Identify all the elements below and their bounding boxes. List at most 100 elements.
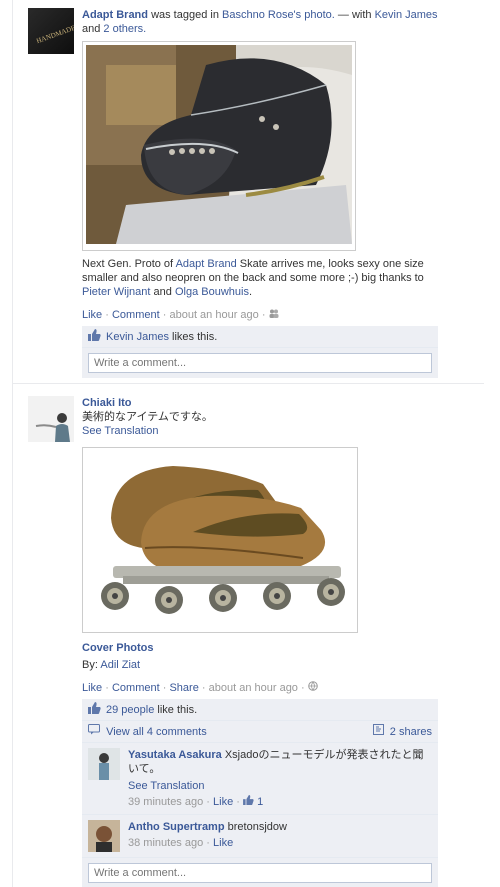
story-2-actions: Like · Comment · Share · about an hour a… bbox=[82, 681, 438, 695]
timestamp[interactable]: about an hour ago bbox=[169, 309, 258, 321]
comment-meta: 39 minutes ago · Like · 1 bbox=[128, 795, 432, 809]
caption-part1: Next Gen. Proto of bbox=[82, 258, 174, 270]
story-2-actor: Chiaki Ito bbox=[82, 396, 438, 410]
likes-this-text: likes this. bbox=[172, 330, 218, 343]
story-1-caption: Next Gen. Proto of Adapt Brand Skate arr… bbox=[82, 257, 438, 299]
comment-input[interactable] bbox=[88, 863, 432, 884]
comment-composer-row bbox=[82, 858, 438, 887]
thumbs-up-icon bbox=[88, 701, 101, 718]
globe-public-icon[interactable] bbox=[307, 681, 318, 695]
shares-link[interactable]: 2 shares bbox=[390, 726, 432, 738]
story-1-feedback: Kevin James likes this. bbox=[82, 326, 438, 379]
see-translation-link[interactable]: See Translation bbox=[128, 780, 204, 792]
thumbs-up-icon[interactable] bbox=[243, 795, 254, 809]
album-title-link[interactable]: Cover Photos bbox=[82, 642, 154, 654]
adapt-brand-logo-image: HANDMADE bbox=[28, 8, 74, 54]
caption-and: and bbox=[153, 286, 172, 298]
separator: · bbox=[261, 309, 266, 321]
tagged-text: was tagged in bbox=[151, 9, 219, 21]
view-comments[interactable]: View all 4 comments bbox=[88, 724, 207, 739]
story-2-content: Chiaki Ito 美術的なアイテムですな。 See Translation bbox=[82, 396, 438, 887]
like-link[interactable]: Like bbox=[82, 682, 102, 694]
comment-time[interactable]: 38 minutes ago bbox=[128, 837, 203, 849]
comment-like-count[interactable]: 1 bbox=[257, 796, 263, 808]
separator: · bbox=[236, 796, 240, 809]
by-name-link[interactable]: Adil Ziat bbox=[100, 659, 140, 671]
yasutaka-profile-image bbox=[88, 748, 120, 781]
likes-suffix: like this. bbox=[157, 703, 198, 716]
with-text: — with bbox=[337, 9, 372, 21]
likes-count-link[interactable]: 29 people bbox=[106, 704, 154, 716]
separator: · bbox=[162, 309, 167, 321]
commenter-avatar[interactable] bbox=[88, 820, 120, 853]
timestamp[interactable]: about an hour ago bbox=[209, 682, 298, 694]
photo-link[interactable]: photo. bbox=[304, 9, 335, 21]
comment-time[interactable]: 39 minutes ago bbox=[128, 796, 203, 808]
comment-link[interactable]: Comment bbox=[112, 309, 160, 321]
others-link[interactable]: 2 others. bbox=[103, 23, 146, 35]
album-title: Cover Photos bbox=[82, 641, 438, 655]
comments-shares-row: View all 4 comments 2 shares bbox=[82, 721, 438, 744]
share-icon bbox=[372, 724, 384, 739]
comment-like-link[interactable]: Like bbox=[213, 796, 233, 808]
story-2-photo[interactable] bbox=[82, 447, 358, 633]
comment-composer-row bbox=[82, 348, 438, 378]
story-1-actions: Like · Comment · about an hour ago · bbox=[82, 308, 438, 322]
thumbs-up-icon bbox=[88, 328, 101, 345]
wooden-clog-skate-photo bbox=[83, 448, 357, 632]
story-1-headline: Adapt Brand was tagged in Baschno Rose's… bbox=[82, 8, 438, 36]
separator: · bbox=[162, 682, 167, 694]
actor-link[interactable]: Chiaki Ito bbox=[82, 397, 132, 409]
photo-owner-link[interactable]: Baschno Rose's bbox=[222, 9, 301, 21]
comment-link[interactable]: Comment bbox=[112, 682, 160, 694]
left-border bbox=[12, 0, 13, 887]
actor-link[interactable]: Adapt Brand bbox=[82, 9, 148, 21]
comment-author-link[interactable]: Antho Supertramp bbox=[128, 821, 225, 833]
see-translation-link[interactable]: See Translation bbox=[82, 425, 158, 437]
likes-row: Kevin James likes this. bbox=[82, 326, 438, 349]
likes-row: 29 people like this. bbox=[82, 699, 438, 722]
caption-name2-link[interactable]: Olga Bouwhuis bbox=[175, 286, 249, 298]
story-2-see-translation: See Translation bbox=[82, 424, 438, 438]
separator: · bbox=[105, 682, 109, 694]
chiaki-ito-avatar[interactable] bbox=[28, 396, 74, 442]
caption-brand-link[interactable]: Adapt Brand bbox=[176, 258, 237, 270]
separator: · bbox=[201, 682, 206, 694]
caption-end: . bbox=[248, 286, 253, 298]
friends-audience-icon[interactable] bbox=[269, 308, 279, 322]
album-by: By: Adil Ziat bbox=[82, 658, 438, 672]
separator: · bbox=[105, 309, 109, 321]
separator: · bbox=[301, 682, 305, 694]
comment-bubble-icon bbox=[88, 724, 100, 739]
comment-item: Antho Supertramp bretonsjdow 38 minutes … bbox=[82, 815, 438, 859]
liker-link[interactable]: Kevin James bbox=[106, 331, 169, 343]
chiaki-ito-profile-image bbox=[28, 396, 74, 442]
comment-input[interactable] bbox=[88, 353, 432, 374]
shares-count[interactable]: 2 shares bbox=[372, 724, 432, 739]
like-link[interactable]: Like bbox=[82, 309, 102, 321]
story-2-feedback: 29 people like this. View all 4 comments… bbox=[82, 699, 438, 887]
separator: · bbox=[206, 837, 210, 850]
antho-profile-image bbox=[88, 820, 120, 853]
by-label: By: bbox=[82, 659, 98, 671]
adapt-brand-avatar[interactable]: HANDMADE bbox=[28, 8, 74, 54]
caption-name1-link[interactable]: Pieter Wijnant bbox=[82, 286, 150, 298]
separator: · bbox=[206, 796, 210, 809]
comment-item: Yasutaka Asakura Xsjadoのニューモデルが発表されたと聞いて… bbox=[82, 743, 438, 816]
comment-text: bretonsjdow bbox=[227, 821, 287, 834]
with-person-link[interactable]: Kevin James bbox=[375, 9, 438, 21]
comment-author-link[interactable]: Yasutaka Asakura bbox=[128, 749, 222, 761]
commenter-avatar[interactable] bbox=[88, 748, 120, 781]
story-1-content: Adapt Brand was tagged in Baschno Rose's… bbox=[82, 8, 438, 379]
share-link[interactable]: Share bbox=[169, 682, 198, 694]
view-all-comments-link[interactable]: View all 4 comments bbox=[106, 726, 207, 738]
comment-body: Antho Supertramp bretonsjdow 38 minutes … bbox=[128, 820, 432, 852]
comment-like-link[interactable]: Like bbox=[213, 837, 233, 849]
and-text: and bbox=[82, 23, 101, 35]
story-1-photo[interactable] bbox=[82, 41, 356, 251]
comment-meta: 38 minutes ago · Like bbox=[128, 836, 432, 850]
story-2-message: 美術的なアイテムですな。 bbox=[82, 411, 213, 423]
story-separator bbox=[12, 383, 484, 384]
comment-body: Yasutaka Asakura Xsjadoのニューモデルが発表されたと聞いて… bbox=[128, 748, 432, 809]
skate-boot-photo bbox=[86, 45, 352, 244]
